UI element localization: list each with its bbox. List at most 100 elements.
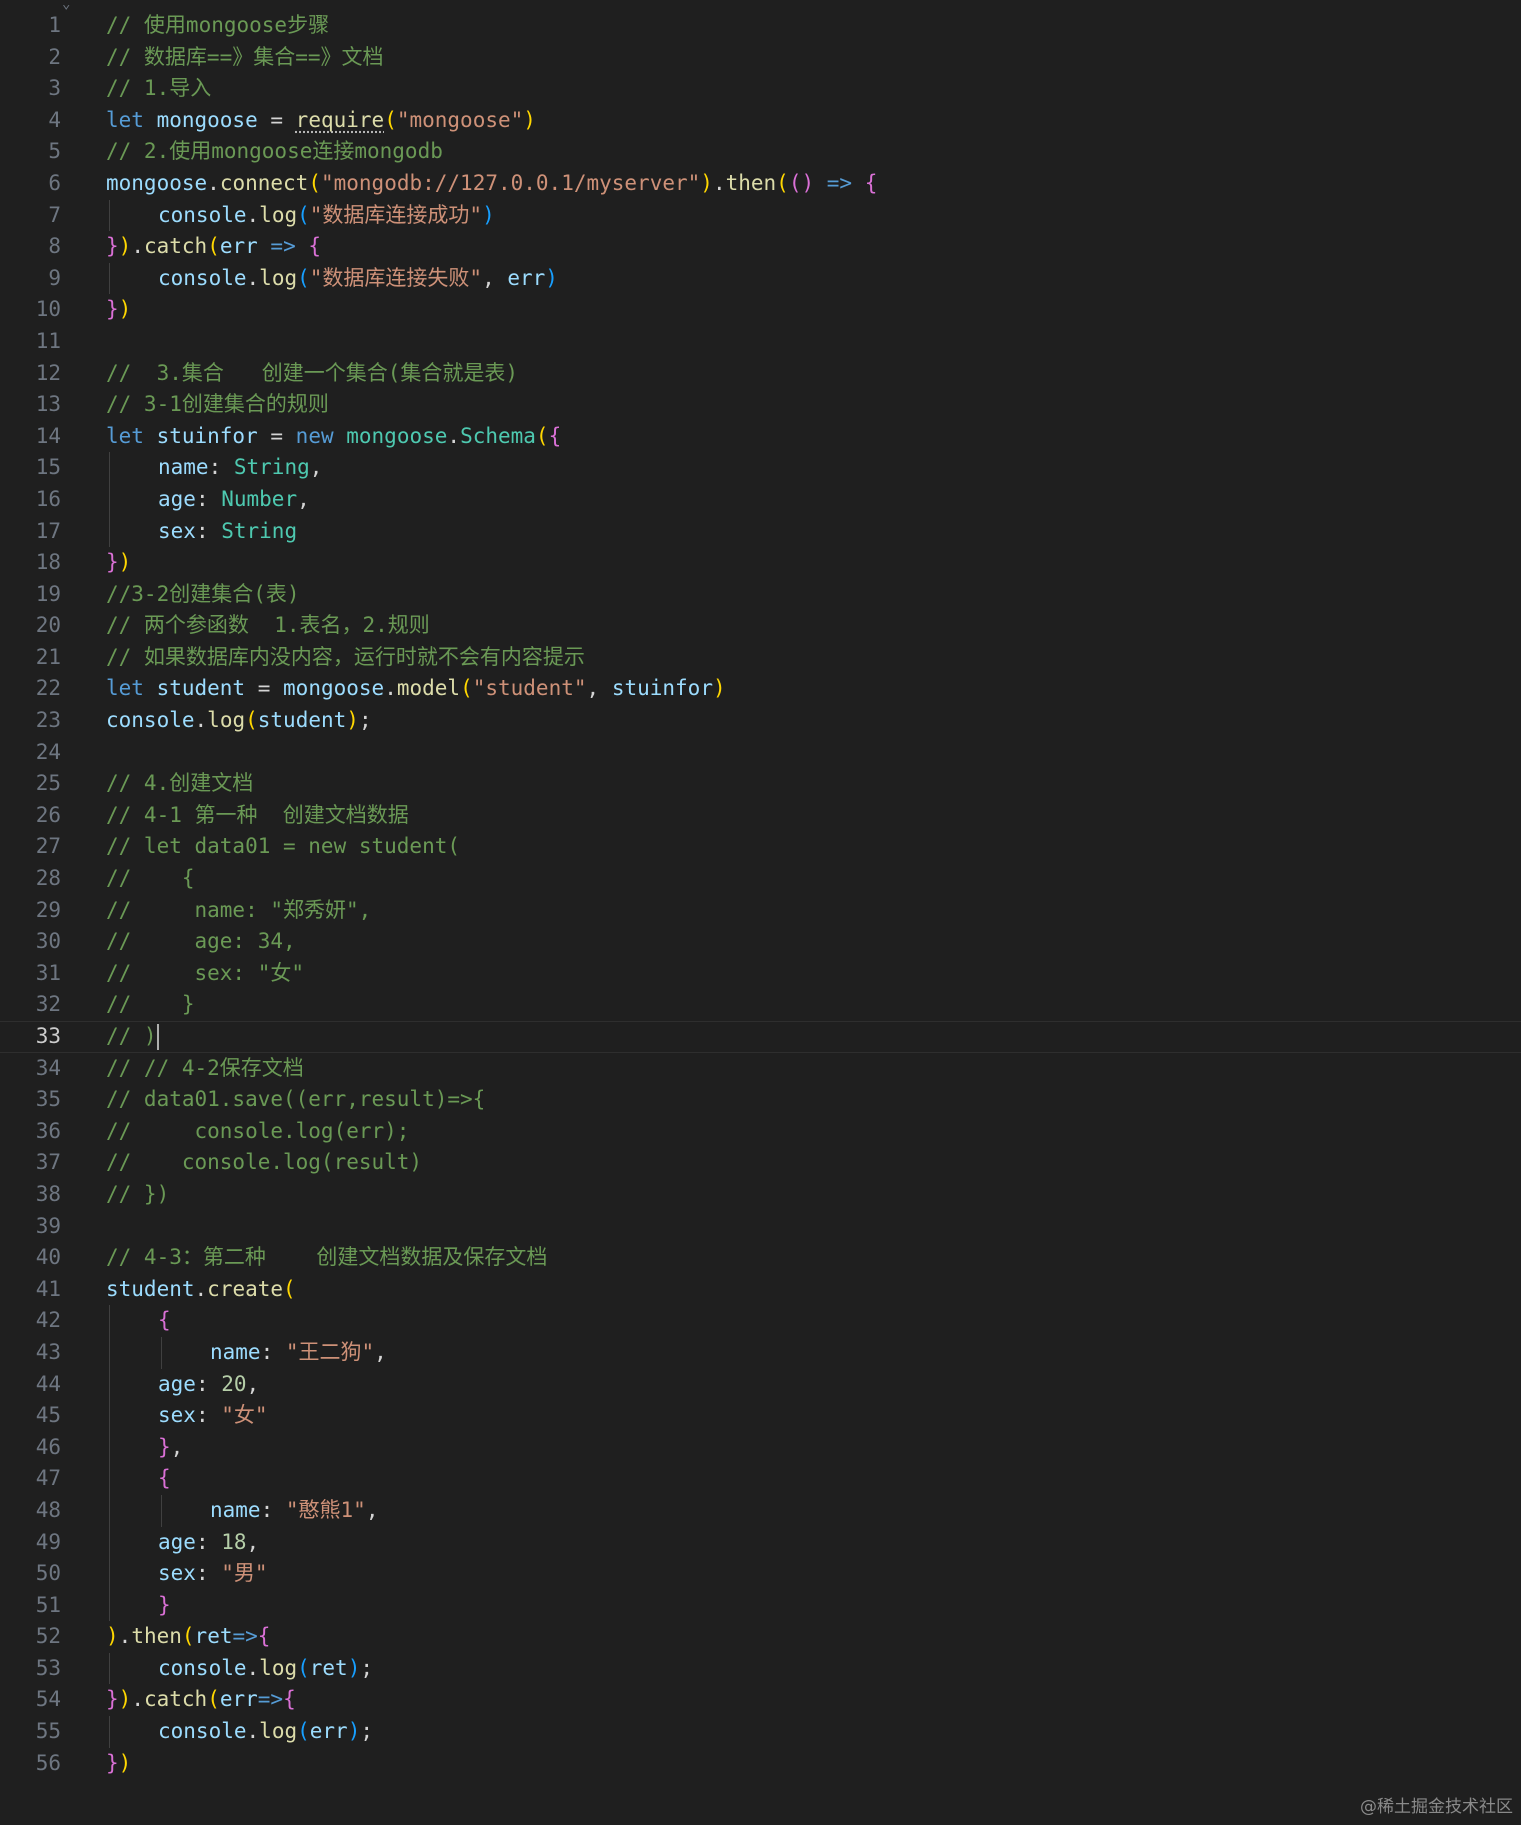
code-line[interactable]: 30 // age: 34, (0, 926, 1521, 958)
code-token: // console.log(err); (106, 1118, 410, 1143)
indent-guide (161, 1494, 162, 1527)
code-line[interactable]: 42 { (0, 1305, 1521, 1337)
code-line[interactable]: 9 console.log("数据库连接失败", err) (0, 262, 1521, 295)
code-line[interactable]: 25 // 4.创建文档 (0, 768, 1521, 800)
code-token: name (158, 455, 209, 480)
code-line[interactable]: 14 let stuinfor = new mongoose.Schema({ (0, 421, 1521, 453)
code-line[interactable]: 39 (0, 1211, 1521, 1243)
code-line[interactable]: 33 // ) (0, 1021, 1521, 1053)
code-line[interactable]: 20 // 两个参函数 1.表名，2.规则 (0, 610, 1521, 642)
code-line[interactable]: 4 let mongoose = require("mongoose") (0, 105, 1521, 137)
code-line[interactable]: 10}) (0, 294, 1521, 326)
code-line[interactable]: 44 age: 20, (0, 1368, 1521, 1401)
code-token: ( (297, 1655, 310, 1680)
indent-guide (109, 1716, 110, 1748)
code-text: }).catch(err=>{ (106, 1684, 296, 1716)
code-line[interactable]: 26 // 4-1 第一种 创建文档数据 (0, 800, 1521, 832)
code-token: ) (347, 1655, 361, 1680)
code-line[interactable]: 19 //3-2创建集合(表) (0, 579, 1521, 611)
code-line[interactable]: 5 // 2.使用mongoose连接mongodb (0, 136, 1521, 168)
code-line[interactable]: 18}) (0, 547, 1521, 579)
code-line[interactable]: 34 // // 4-2保存文档 (0, 1053, 1521, 1085)
code-token: ) (118, 1687, 132, 1712)
code-line[interactable]: 51} (0, 1589, 1521, 1622)
code-line[interactable]: 16 age: Number, (0, 483, 1521, 516)
line-number: 13 (35, 392, 61, 417)
code-token: ( (181, 1624, 195, 1649)
code-line[interactable]: 49 age: 18, (0, 1526, 1521, 1559)
code-line[interactable]: 27 // let data01 = new student( (0, 831, 1521, 863)
code-text: sex: "男" (158, 1558, 268, 1590)
code-text: student.create( (106, 1274, 296, 1306)
code-line[interactable]: 13 // 3-1创建集合的规则 (0, 389, 1521, 421)
code-token: // 数据库==》集合==》文档 (106, 44, 384, 69)
code-token: sex (158, 1561, 196, 1586)
code-token: name (210, 1339, 261, 1364)
code-token: } (106, 1687, 119, 1712)
code-token: create (207, 1276, 284, 1301)
code-line[interactable]: 17 sex: String (0, 515, 1521, 548)
code-text: // } (106, 989, 195, 1021)
code-line[interactable]: 7 console.log("数据库连接成功") (0, 199, 1521, 232)
code-line[interactable]: 22 let student = mongoose.model("student"… (0, 673, 1521, 705)
code-token: } (106, 297, 119, 322)
code-line[interactable]: 56}) (0, 1748, 1521, 1780)
code-line[interactable]: 24 (0, 737, 1521, 769)
code-line[interactable]: 28 // { (0, 863, 1521, 895)
code-token: ret (309, 1655, 348, 1680)
code-line[interactable]: 21 // 如果数据库内没内容，运行时就不会有内容提示 (0, 642, 1521, 674)
code-line[interactable]: 1 // 使用mongoose步骤 (0, 10, 1521, 42)
code-line[interactable]: 43 name: "王二狗", (0, 1336, 1521, 1369)
code-line[interactable]: 37 // console.log(result) (0, 1147, 1521, 1179)
code-line[interactable]: 35 // data01.save((err,result)=>{ (0, 1084, 1521, 1116)
code-line[interactable]: 38 // }) (0, 1179, 1521, 1211)
code-token: ( (460, 676, 473, 701)
indent-guide (161, 1336, 162, 1369)
code-line[interactable]: 32 // } (0, 989, 1521, 1021)
code-token: "女" (221, 1403, 268, 1428)
code-line[interactable]: 52).then(ret=>{ (0, 1621, 1521, 1653)
code-line[interactable]: 50 sex: "男" (0, 1558, 1521, 1590)
code-line[interactable]: 48 name: "憨熊1", (0, 1494, 1521, 1527)
code-line[interactable]: 36 // console.log(err); (0, 1116, 1521, 1148)
code-token: catch (143, 234, 208, 259)
code-token: log (259, 1719, 298, 1744)
code-line[interactable]: 45 sex: "女" (0, 1400, 1521, 1432)
code-line[interactable]: 31 // sex: "女" (0, 958, 1521, 990)
code-line[interactable]: 54}).catch(err=>{ (0, 1684, 1521, 1716)
code-token: // 2.使用mongoose连接mongodb (106, 139, 443, 164)
code-line[interactable]: 46}, (0, 1431, 1521, 1464)
code-line[interactable]: 47 { (0, 1463, 1521, 1495)
indent-guide (109, 199, 110, 232)
code-line[interactable]: 8}).catch(err => { (0, 231, 1521, 263)
code-text: // 4-3：第二种 创建文档数据及保存文档 (106, 1242, 547, 1274)
line-number: 27 (35, 834, 61, 859)
code-token: } (158, 1592, 171, 1617)
code-token: console (158, 202, 247, 227)
code-line[interactable]: 2 // 数据库==》集合==》文档 (0, 42, 1521, 74)
code-text: // }) (106, 1179, 169, 1211)
code-token: ( (308, 170, 321, 195)
code-token: stuinfor (611, 676, 713, 701)
code-line[interactable]: 11 (0, 326, 1521, 358)
code-token: = (257, 423, 296, 448)
code-editor[interactable]: 1 // 使用mongoose步骤 2 // 数据库==》集合==》文档 3 // 1.导… (0, 10, 1521, 1779)
code-token: => (257, 234, 309, 259)
code-line[interactable]: 15 name: String, (0, 452, 1521, 484)
code-line[interactable]: 40 // 4-3：第二种 创建文档数据及保存文档 (0, 1242, 1521, 1274)
code-line[interactable]: 3 // 1.导入 (0, 73, 1521, 105)
code-line[interactable]: 53 console.log(ret); (0, 1652, 1521, 1685)
code-line[interactable]: 6 mongoose.connect("mongodb://127.0.0.1/m… (0, 168, 1521, 200)
code-token: , (374, 1339, 387, 1364)
code-line[interactable]: 41 student.create( (0, 1274, 1521, 1306)
code-token: let (106, 107, 157, 132)
code-token: // 1.导入 (106, 76, 212, 101)
line-number: 24 (35, 739, 61, 764)
code-line[interactable]: 55 console.log(err); (0, 1716, 1521, 1748)
code-text: // 数据库==》集合==》文档 (106, 42, 384, 74)
code-line[interactable]: 23 console.log(student); (0, 705, 1521, 737)
code-token: ) (118, 234, 132, 259)
code-token: ( (297, 1719, 310, 1744)
code-line[interactable]: 12 // 3.集合 创建一个集合(集合就是表) (0, 358, 1521, 390)
code-line[interactable]: 29 // name: "郑秀妍", (0, 895, 1521, 927)
